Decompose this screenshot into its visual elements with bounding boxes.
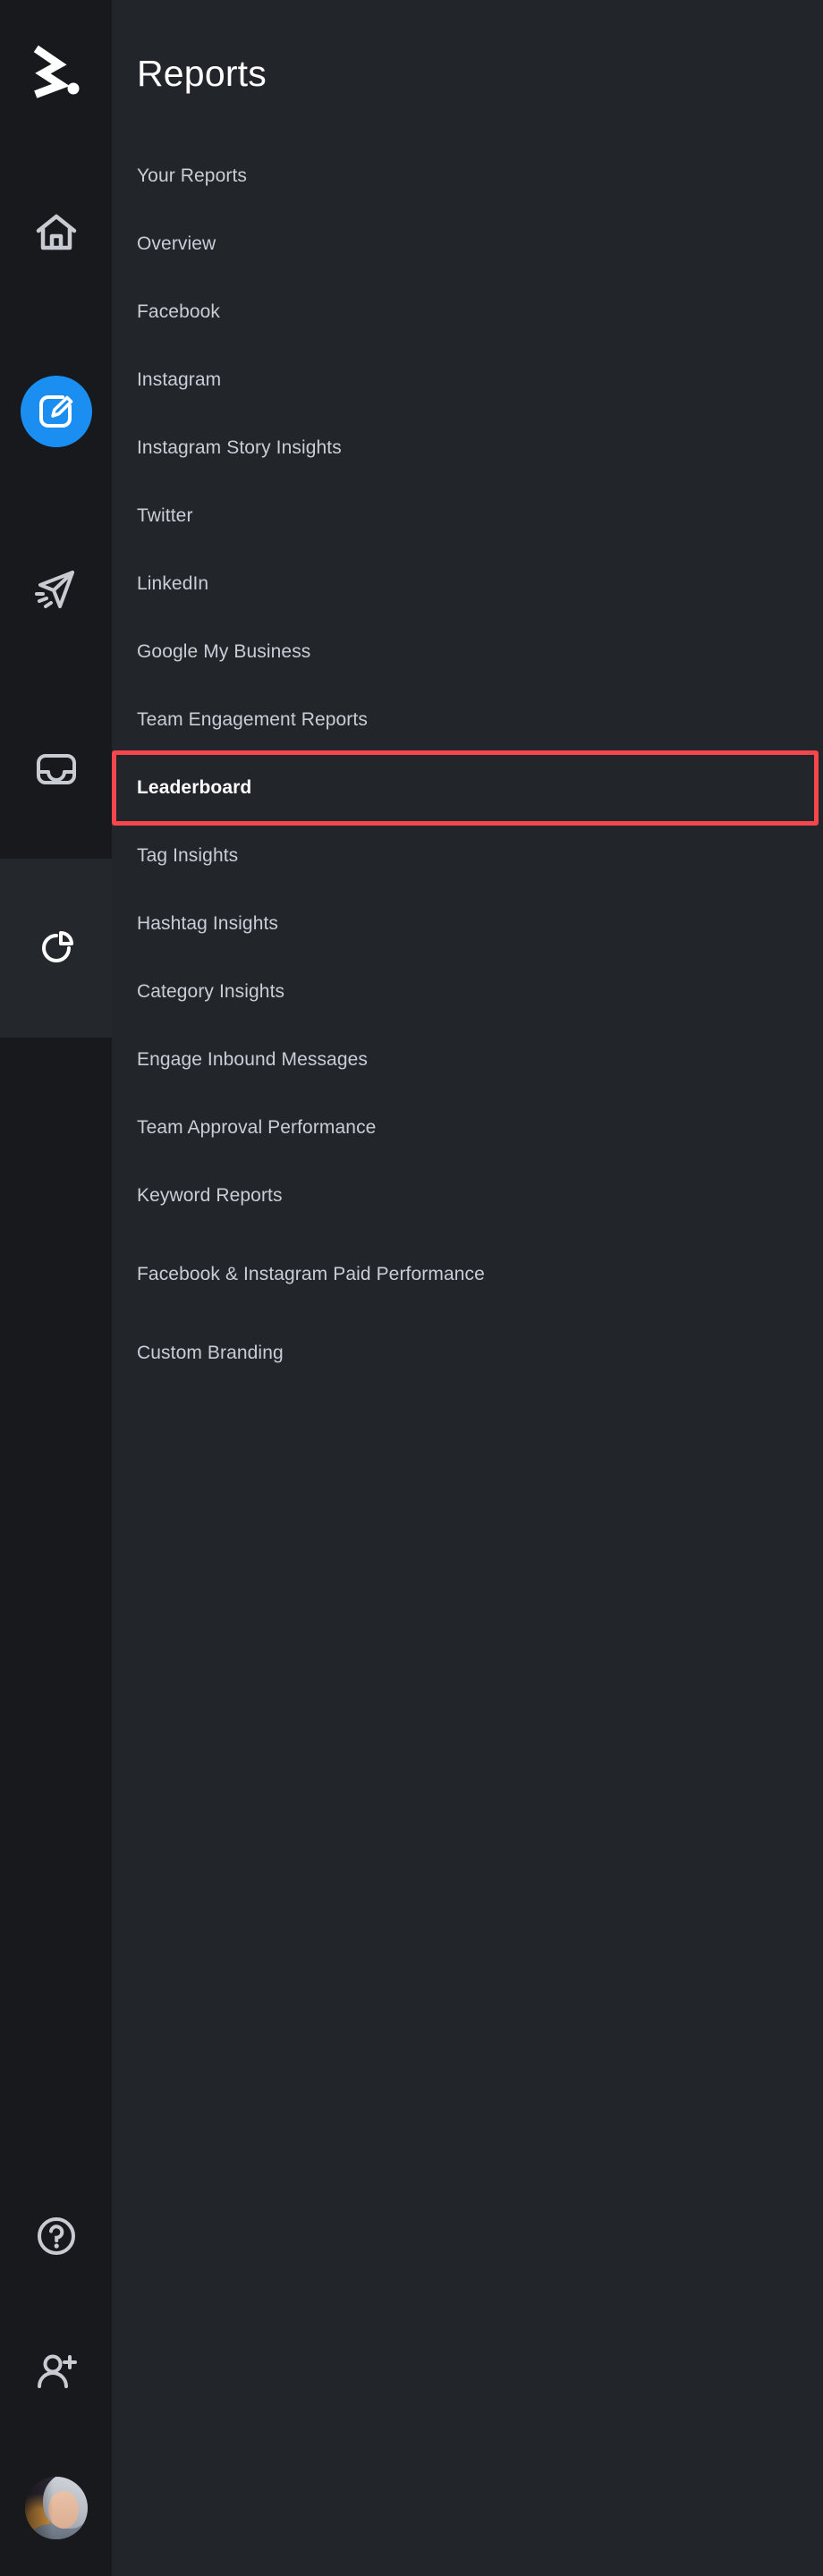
menu-item-label: Hashtag Insights [137, 912, 279, 934]
inbox-icon [36, 754, 76, 784]
menu-item-linkedin[interactable]: LinkedIn [112, 550, 823, 618]
menu-item-label: Tag Insights [137, 844, 239, 866]
menu-item-label: Google My Business [137, 640, 311, 662]
menu-item-custom-branding[interactable]: Custom Branding [112, 1319, 823, 1387]
compose-icon [20, 376, 92, 447]
rail-item-help[interactable] [0, 2168, 112, 2304]
menu-item-facebook[interactable]: Facebook [112, 278, 823, 346]
help-icon [37, 2217, 75, 2255]
menu-item-label: Keyword Reports [137, 1184, 283, 1206]
menu-item-label: Engage Inbound Messages [137, 1048, 368, 1070]
menu-item-category-insights[interactable]: Category Insights [112, 958, 823, 1026]
sprout-social-logo[interactable] [0, 0, 112, 143]
menu-item-label: Leaderboard [137, 776, 252, 798]
rail-item-reports[interactable] [0, 859, 112, 1038]
home-icon [36, 214, 76, 250]
menu-item-label: Facebook [137, 301, 221, 322]
menu-item-team-engagement-reports[interactable]: Team Engagement Reports [112, 686, 823, 754]
menu-item-instagram[interactable]: Instagram [112, 346, 823, 414]
rail-item-account[interactable] [0, 2440, 112, 2576]
rail-item-invite[interactable] [0, 2304, 112, 2440]
menu-item-twitter[interactable]: Twitter [112, 482, 823, 550]
menu-item-tag-insights[interactable]: Tag Insights [112, 822, 823, 890]
menu-item-label: Team Approval Performance [137, 1116, 377, 1138]
reports-screen: Reports Your Reports Overview Facebook I… [0, 0, 823, 2576]
pie-chart-icon [41, 931, 73, 962]
menu-item-engage-inbound-messages[interactable]: Engage Inbound Messages [112, 1026, 823, 1094]
menu-item-label: Instagram Story Insights [137, 436, 342, 458]
menu-item-label: Custom Branding [137, 1342, 284, 1363]
menu-item-label: Facebook & Instagram Paid Performance [137, 1263, 485, 1284]
menu-item-label: Category Insights [137, 980, 285, 1002]
menu-item-keyword-reports[interactable]: Keyword Reports [112, 1162, 823, 1230]
menu-item-your-reports[interactable]: Your Reports [112, 142, 823, 210]
rail-item-inbox[interactable] [0, 680, 112, 859]
menu-item-label: LinkedIn [137, 572, 209, 594]
add-user-icon [37, 2354, 77, 2388]
menu-item-label: Instagram [137, 369, 222, 390]
reports-menu: Your Reports Overview Facebook Instagram… [112, 142, 823, 1387]
rail-item-home[interactable] [0, 143, 112, 322]
menu-item-google-my-business[interactable]: Google My Business [112, 618, 823, 686]
menu-item-label: Team Engagement Reports [137, 708, 368, 730]
rail-bottom-group [0, 2168, 112, 2576]
menu-item-leaderboard[interactable]: Leaderboard [112, 754, 823, 822]
rail-item-send[interactable] [0, 501, 112, 680]
rail-item-publishing[interactable] [0, 322, 112, 501]
menu-item-label: Your Reports [137, 165, 247, 186]
menu-item-hashtag-insights[interactable]: Hashtag Insights [112, 890, 823, 958]
send-icon [34, 571, 74, 608]
menu-item-overview[interactable]: Overview [112, 210, 823, 278]
menu-item-team-approval-performance[interactable]: Team Approval Performance [112, 1094, 823, 1162]
menu-item-instagram-story-insights[interactable]: Instagram Story Insights [112, 414, 823, 482]
menu-item-facebook-instagram-paid-performance[interactable]: Facebook & Instagram Paid Performance [112, 1230, 823, 1319]
menu-item-label: Twitter [137, 504, 193, 526]
primary-nav-rail [0, 0, 112, 2576]
avatar [24, 2477, 88, 2539]
page-title: Reports [137, 53, 267, 94]
menu-item-label: Overview [137, 233, 216, 254]
reports-panel: Reports Your Reports Overview Facebook I… [112, 0, 823, 2576]
